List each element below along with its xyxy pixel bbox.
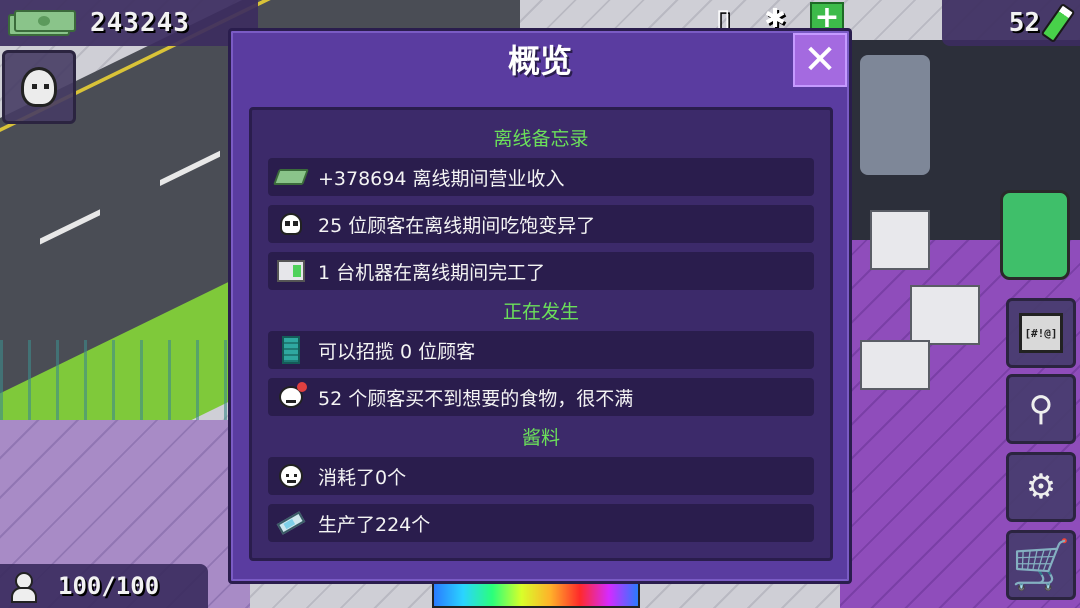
list-item: 25 位顾客在离线期间吃饱变异了 [268, 205, 814, 243]
energy-counter: 52 [942, 0, 1080, 46]
list-item: 52 个顾客买不到想要的食物，很不满 [268, 378, 814, 416]
overview-dialog: 概览 ✕ 离线备忘录 +378694 离线期间营业收入 25 位顾客在离线期间吃… [228, 28, 852, 584]
money-counter: 243243 [0, 0, 258, 46]
row-text: 25 位顾客在离线期间吃饱变异了 [318, 214, 596, 237]
chef-button[interactable] [2, 50, 76, 124]
list-item: +378694 离线期间营业收入 [268, 158, 814, 196]
section-title-offline: 离线备忘录 [493, 128, 589, 150]
person-icon [10, 572, 37, 603]
energy-value: 52 [1008, 8, 1040, 38]
cash-icon [273, 163, 309, 191]
close-icon: ✕ [803, 37, 837, 83]
list-item: 可以招揽 0 位顾客 [268, 331, 814, 369]
close-button[interactable]: ✕ [793, 33, 847, 87]
machine [870, 210, 930, 270]
settings-button[interactable]: ⚙ [1006, 452, 1076, 522]
dialog-header: 概览 [231, 31, 849, 87]
row-text: +378694 离线期间营业收入 [318, 167, 565, 190]
mutant-face-icon [276, 210, 306, 238]
sauce-face-icon [276, 462, 306, 490]
row-text: 可以招揽 0 位顾客 [318, 340, 476, 363]
dialog-title: 概览 [507, 42, 572, 80]
syringe-icon [276, 509, 306, 537]
angry-customer-icon [276, 382, 307, 411]
machine-icon [276, 257, 306, 285]
list-item: 1 台机器在离线期间完工了 [268, 252, 814, 290]
mutant-jar [1000, 190, 1070, 280]
machine [910, 285, 980, 345]
list-item: 消耗了0个 [268, 457, 814, 495]
row-text: 52 个顾客买不到想要的食物，很不满 [318, 387, 634, 410]
row-text: 1 台机器在离线期间完工了 [318, 261, 546, 284]
shop-button[interactable]: 🛒 [1006, 530, 1076, 600]
tank [860, 55, 930, 175]
customer-value: 100/100 [58, 572, 160, 600]
gift-button[interactable]: [#!@] [1006, 298, 1076, 368]
customer-counter: 100/100 [0, 564, 208, 608]
cart-icon: 🛒 [1011, 537, 1071, 593]
section-title-sauce: 酱料 [521, 427, 560, 449]
share-button[interactable]: ⚲ [1006, 374, 1076, 444]
row-text: 生产了224个 [318, 513, 431, 536]
cash-icon [8, 8, 78, 38]
chef-icon [21, 67, 57, 107]
machine [860, 340, 930, 390]
money-value: 243243 [90, 8, 190, 38]
battery-icon [1040, 2, 1076, 44]
section-title-happening: 正在发生 [502, 301, 579, 323]
dialog-body: 离线备忘录 +378694 离线期间营业收入 25 位顾客在离线期间吃饱变异了 … [249, 107, 833, 561]
building-icon [276, 336, 306, 364]
row-text: 消耗了0个 [318, 466, 407, 489]
share-icon: ⚲ [1028, 389, 1054, 429]
gift-icon: [#!@] [1019, 313, 1063, 353]
gear-icon: ⚙ [1025, 467, 1057, 507]
list-item: 生产了224个 [268, 504, 814, 542]
